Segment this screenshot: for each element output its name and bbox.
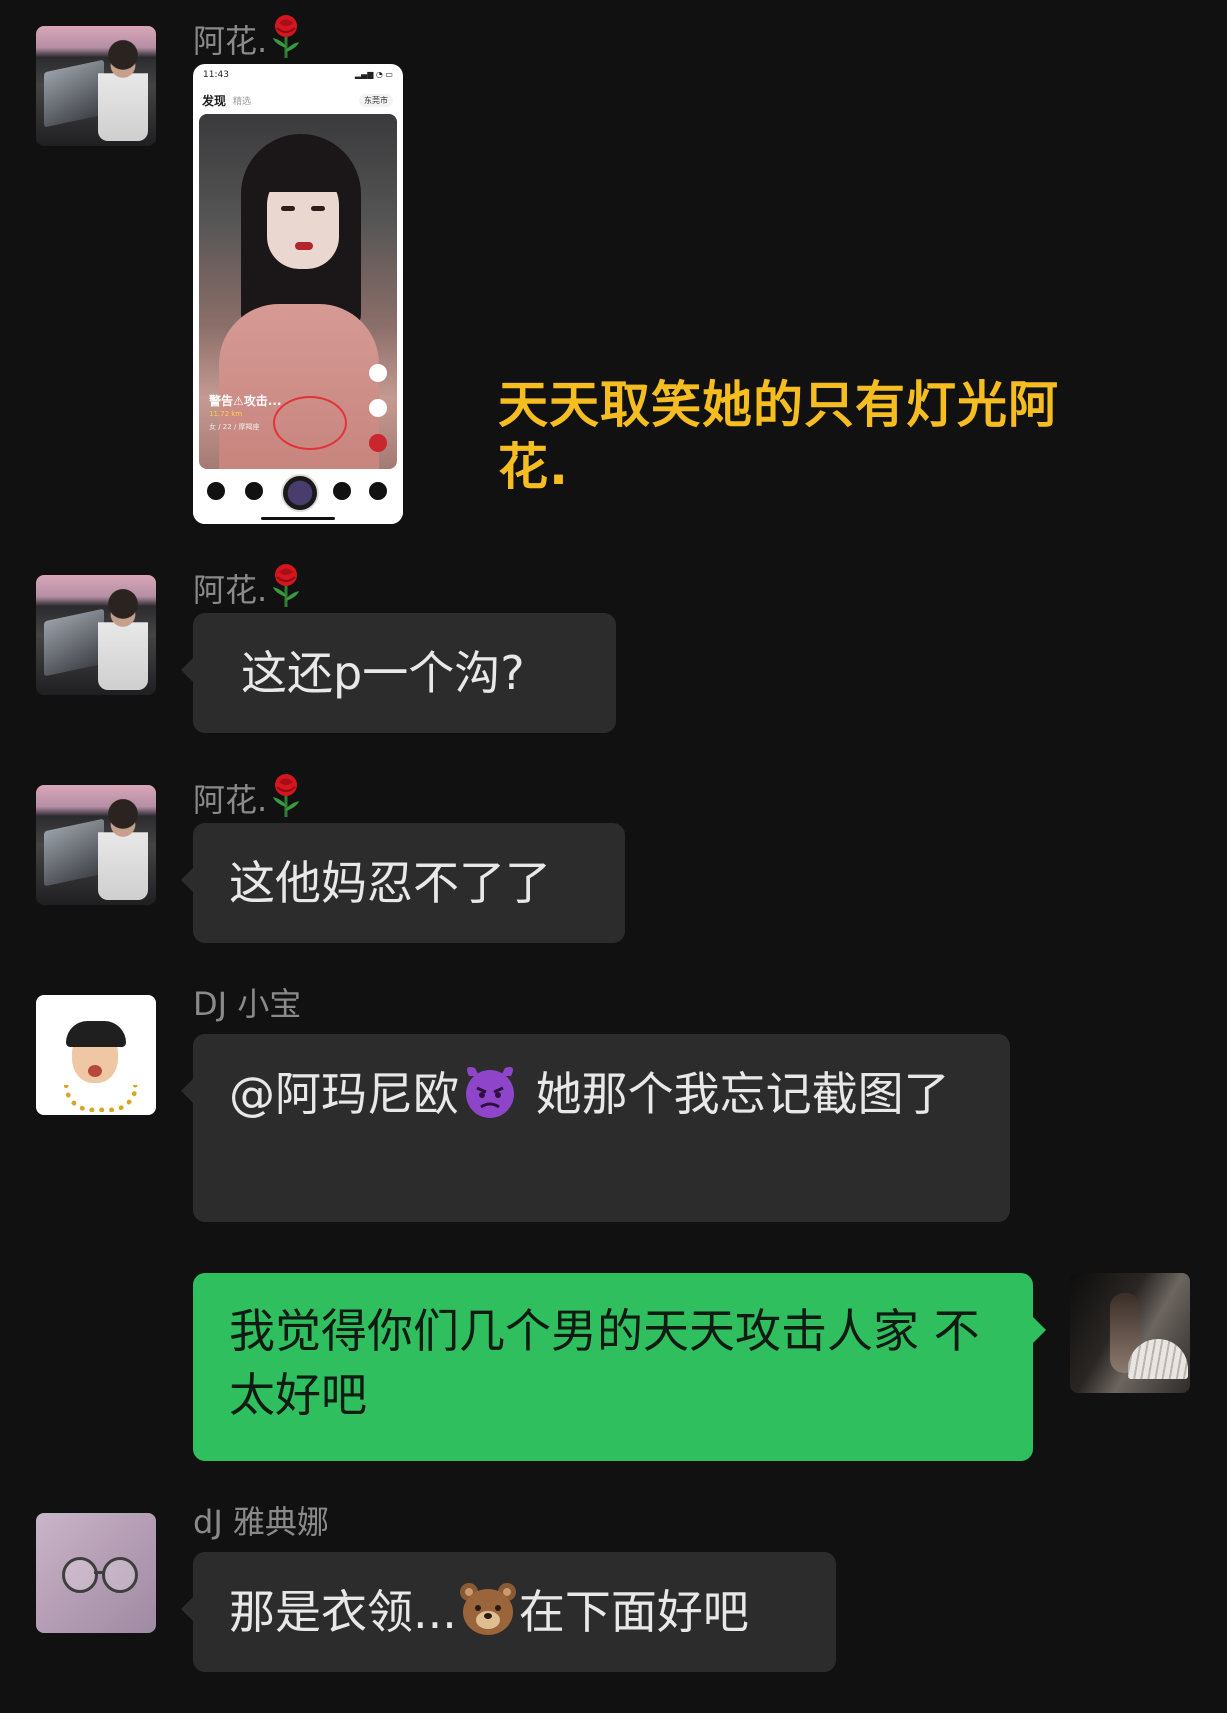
overlay-caption: 天天取笑她的只有灯光阿花. — [498, 376, 1059, 496]
avatar-ahua[interactable] — [36, 785, 156, 905]
sender-name: dJ 雅典娜 — [193, 1503, 329, 1541]
tab-icon — [245, 482, 263, 500]
nav-title: 发现 — [202, 94, 227, 108]
sender-name: DJ 小宝 — [193, 985, 302, 1023]
sender-name: 阿花. — [193, 14, 303, 61]
shot-caption: 警告⚠攻击... — [209, 394, 282, 408]
message-text: 这他妈忍不了了 — [229, 856, 551, 910]
status-icons: ▂▄▆ ◔ ▭ — [354, 70, 393, 79]
home-indicator — [261, 517, 335, 520]
refresh-icon — [369, 399, 387, 417]
sender-name-text: 阿花. — [193, 571, 268, 609]
sender-name-text: 阿花. — [193, 22, 268, 60]
bear-icon — [459, 1583, 516, 1635]
nav-city: 东莞市 — [359, 94, 393, 107]
my-message-bubble[interactable]: 我觉得你们几个男的天天攻击人家 不太好吧 — [193, 1273, 1046, 1461]
avatar-dj-yadiana[interactable] — [36, 1513, 156, 1633]
status-time: 11:43 — [203, 70, 229, 80]
message-bubble[interactable]: @阿玛尼欧 她那个我忘记截图了 — [181, 1034, 1010, 1222]
tab-icon — [333, 482, 351, 500]
profile-photo: 警告⚠攻击... 11.72 km 女 / 22 / 摩羯座 — [199, 114, 397, 469]
red-circle-annotation — [273, 396, 347, 450]
rose-icon — [273, 564, 300, 607]
message-bubble[interactable]: 那是衣领... 在下面好吧 — [181, 1552, 836, 1672]
shot-meta: 女 / 22 / 摩羯座 — [209, 423, 260, 431]
devil-icon — [466, 1067, 514, 1118]
my-avatar[interactable] — [1070, 1273, 1190, 1393]
message-bubble[interactable]: 这还p一个沟? — [181, 613, 616, 733]
message-text: 在下面好吧 — [518, 1585, 749, 1639]
tab-icon — [207, 482, 225, 500]
message-bubble[interactable]: 这他妈忍不了了 — [181, 823, 625, 943]
tab-icon — [369, 482, 387, 500]
avatar-ahua[interactable] — [36, 26, 156, 146]
sender-name: 阿花. — [193, 563, 303, 610]
shot-distance: 11.72 km — [209, 410, 243, 418]
message-text: 那是衣领... — [229, 1585, 457, 1639]
lightning-icon — [369, 364, 387, 382]
tab-center-icon — [281, 474, 319, 512]
rose-icon — [273, 774, 300, 817]
sender-name-text: 阿花. — [193, 781, 268, 819]
avatar-ahua[interactable] — [36, 575, 156, 695]
nav-sub: 精选 — [233, 97, 252, 107]
sender-name: 阿花. — [193, 773, 303, 820]
avatar-dj-xiaobao[interactable] — [36, 995, 156, 1115]
message-text: 这还p一个沟? — [241, 646, 525, 700]
message-text: 我觉得你们几个男的天天攻击人家 不太好吧 — [229, 1304, 980, 1422]
message-text: 她那个我忘记截图了 — [521, 1067, 950, 1121]
image-message-screenshot[interactable]: 11:43 ▂▄▆ ◔ ▭ 发现 精选 东莞市 警告⚠攻击... 11.72 k… — [193, 64, 403, 524]
rose-icon — [273, 15, 300, 58]
mention-text[interactable]: @阿玛尼欧 — [229, 1067, 459, 1121]
heart-icon — [369, 434, 387, 452]
